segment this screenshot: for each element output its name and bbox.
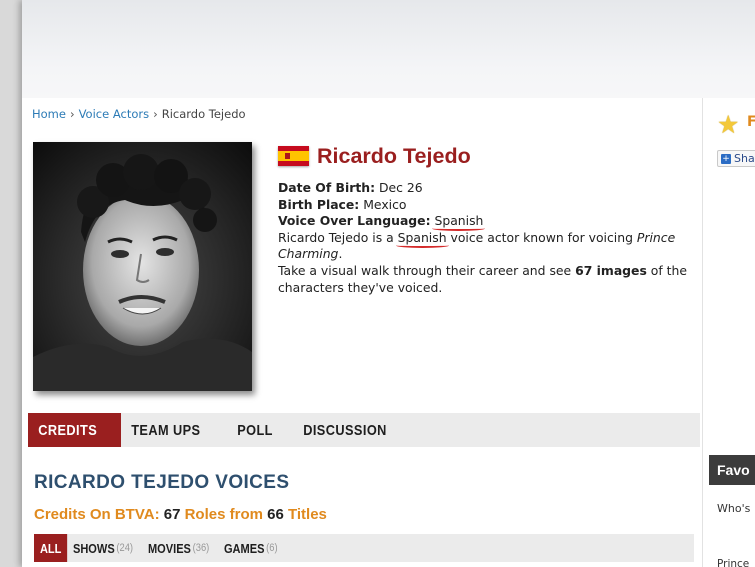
- actor-details: Date Of Birth: Dec 26 Birth Place: Mexic…: [278, 180, 708, 296]
- filter-all-label: ALL: [39, 540, 62, 556]
- breadcrumb: Home › Voice Actors › Ricardo Tejedo: [32, 107, 246, 121]
- profile-tabs: CREDITS TEAM UPS POLL DISCUSSION: [28, 413, 700, 447]
- breadcrumb-current: Ricardo Tejedo: [161, 107, 246, 121]
- favorite-link[interactable]: F: [747, 114, 755, 130]
- credit-filters: ALL SHOWS (24) MOVIES (36) GAMES (6): [34, 534, 694, 562]
- actor-name-row: Ricardo Tejedo: [278, 141, 471, 171]
- dob-value: Dec 26: [378, 180, 423, 195]
- breadcrumb-voice-actors-link[interactable]: Voice Actors: [79, 107, 150, 121]
- filter-games-label: GAMES: [224, 540, 265, 556]
- walk-text: Take a visual walk through their career …: [278, 263, 708, 296]
- spain-flag-icon: [278, 146, 309, 166]
- right-sidebar: ★ F + Sha Favo Who's Prince: [702, 98, 755, 567]
- bio-end: .: [338, 246, 343, 262]
- actor-name: Ricardo Tejedo: [317, 143, 471, 168]
- vo-language-label: Voice Over Language:: [278, 213, 431, 229]
- tab-credits[interactable]: CREDITS: [28, 413, 122, 447]
- dob-label: Date Of Birth:: [278, 180, 376, 195]
- share-button[interactable]: + Sha: [717, 150, 755, 167]
- whos-text: Who's: [717, 502, 751, 515]
- filter-shows-label: SHOWS: [73, 540, 115, 556]
- tab-poll[interactable]: POLL: [227, 413, 293, 447]
- tab-team-ups-label: TEAM UPS: [131, 421, 201, 439]
- tab-credits-label: CREDITS: [38, 421, 98, 439]
- vo-language-row: Voice Over Language: Spanish: [278, 213, 708, 230]
- credits-summary: Credits On BTVA: 67 Roles from 66 Titles: [34, 506, 327, 523]
- breadcrumb-home-link[interactable]: Home: [32, 107, 66, 121]
- page: Home › Voice Actors › Ricardo Tejedo Ric…: [22, 0, 755, 567]
- walk-count[interactable]: 67 images: [575, 263, 647, 278]
- filter-movies[interactable]: MOVIES (36): [142, 534, 215, 562]
- bio-mid: voice actor known for voicing: [446, 229, 637, 245]
- favorites-header: Favo: [709, 455, 755, 485]
- share-label: Sha: [734, 152, 755, 165]
- voices-heading: RICARDO TEJEDO VOICES: [34, 472, 290, 493]
- filter-games[interactable]: GAMES (6): [218, 534, 284, 562]
- roles-label: Roles from: [184, 506, 263, 523]
- breadcrumb-separator: ›: [69, 107, 75, 121]
- tab-team-ups[interactable]: TEAM UPS: [121, 413, 227, 447]
- vo-language-value[interactable]: Spanish: [434, 213, 483, 228]
- tab-poll-label: POLL: [237, 421, 273, 439]
- actor-photo: [33, 142, 252, 391]
- filter-shows-count: (24): [116, 542, 134, 554]
- birth-place-value: Mexico: [363, 196, 407, 212]
- prince-text: Prince: [717, 558, 750, 567]
- filter-all[interactable]: ALL: [34, 534, 68, 562]
- filter-movies-label: MOVIES: [147, 540, 191, 556]
- filter-movies-count: (36): [192, 542, 210, 554]
- birth-place-row: Birth Place: Mexico: [278, 197, 708, 214]
- birth-place-label: Birth Place:: [278, 196, 360, 212]
- plus-icon: +: [721, 153, 731, 164]
- filter-shows[interactable]: SHOWS (24): [67, 534, 139, 562]
- star-icon[interactable]: ★: [717, 110, 739, 139]
- credits-prefix: Credits On BTVA:: [34, 506, 160, 523]
- tab-discussion-label: DISCUSSION: [303, 421, 387, 439]
- roles-count: 66: [267, 506, 284, 523]
- header-banner: [22, 0, 755, 98]
- tab-discussion[interactable]: DISCUSSION: [293, 413, 415, 447]
- breadcrumb-separator: ›: [153, 107, 158, 121]
- filter-games-count: (6): [266, 542, 278, 554]
- bio-prefix: Ricardo Tejedo is a: [278, 229, 398, 245]
- credits-count: 67: [163, 506, 181, 523]
- walk-prefix: Take a visual walk through their career …: [278, 262, 576, 278]
- bio-text: Ricardo Tejedo is a Spanish voice actor …: [278, 230, 708, 263]
- dob-row: Date Of Birth: Dec 26: [278, 180, 708, 197]
- titles-label: Titles: [287, 506, 327, 523]
- bio-language-link[interactable]: Spanish: [398, 230, 447, 245]
